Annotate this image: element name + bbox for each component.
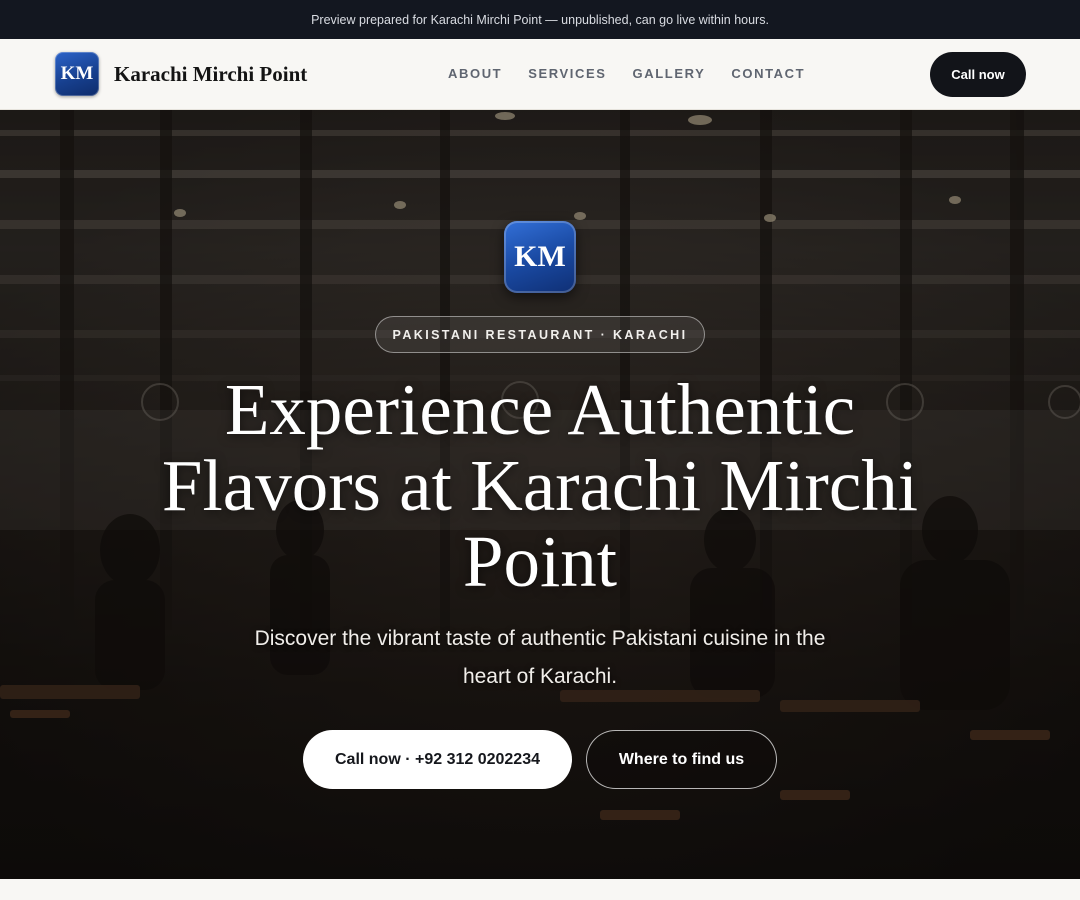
hero-headline: Experience Authentic Flavors at Karachi …	[161, 369, 919, 602]
brand[interactable]: KM Karachi Mirchi Point	[55, 52, 307, 96]
next-section-edge	[0, 879, 1080, 900]
hero-subheadline: Discover the vibrant taste of authentic …	[254, 627, 826, 688]
nav-contact[interactable]: CONTACT	[731, 66, 805, 81]
find-us-button[interactable]: Where to find us	[586, 730, 777, 789]
logo-text: KM	[60, 63, 94, 84]
hero-logo-icon: KM	[504, 221, 576, 293]
preview-banner: Preview prepared for Karachi Mirchi Poin…	[0, 0, 1080, 39]
site-header: KM Karachi Mirchi Point ABOUT SERVICES G…	[0, 39, 1080, 110]
nav-services[interactable]: SERVICES	[528, 66, 606, 81]
brand-name[interactable]: Karachi Mirchi Point	[114, 62, 307, 87]
nav-gallery[interactable]: GALLERY	[633, 66, 706, 81]
call-now-button[interactable]: Call now	[930, 52, 1026, 97]
hero-logo-text: KM	[514, 240, 566, 273]
hero-section: KM PAKISTANI RESTAURANT · KARACHI Experi…	[0, 110, 1080, 879]
call-phone-button[interactable]: Call now · +92 312 0202234	[303, 730, 572, 789]
category-tag: PAKISTANI RESTAURANT · KARACHI	[375, 316, 705, 353]
main-nav: ABOUT SERVICES GALLERY CONTACT	[448, 66, 805, 81]
nav-about[interactable]: ABOUT	[448, 66, 502, 81]
logo-icon[interactable]: KM	[55, 52, 99, 96]
preview-banner-text: Preview prepared for Karachi Mirchi Poin…	[311, 12, 769, 27]
